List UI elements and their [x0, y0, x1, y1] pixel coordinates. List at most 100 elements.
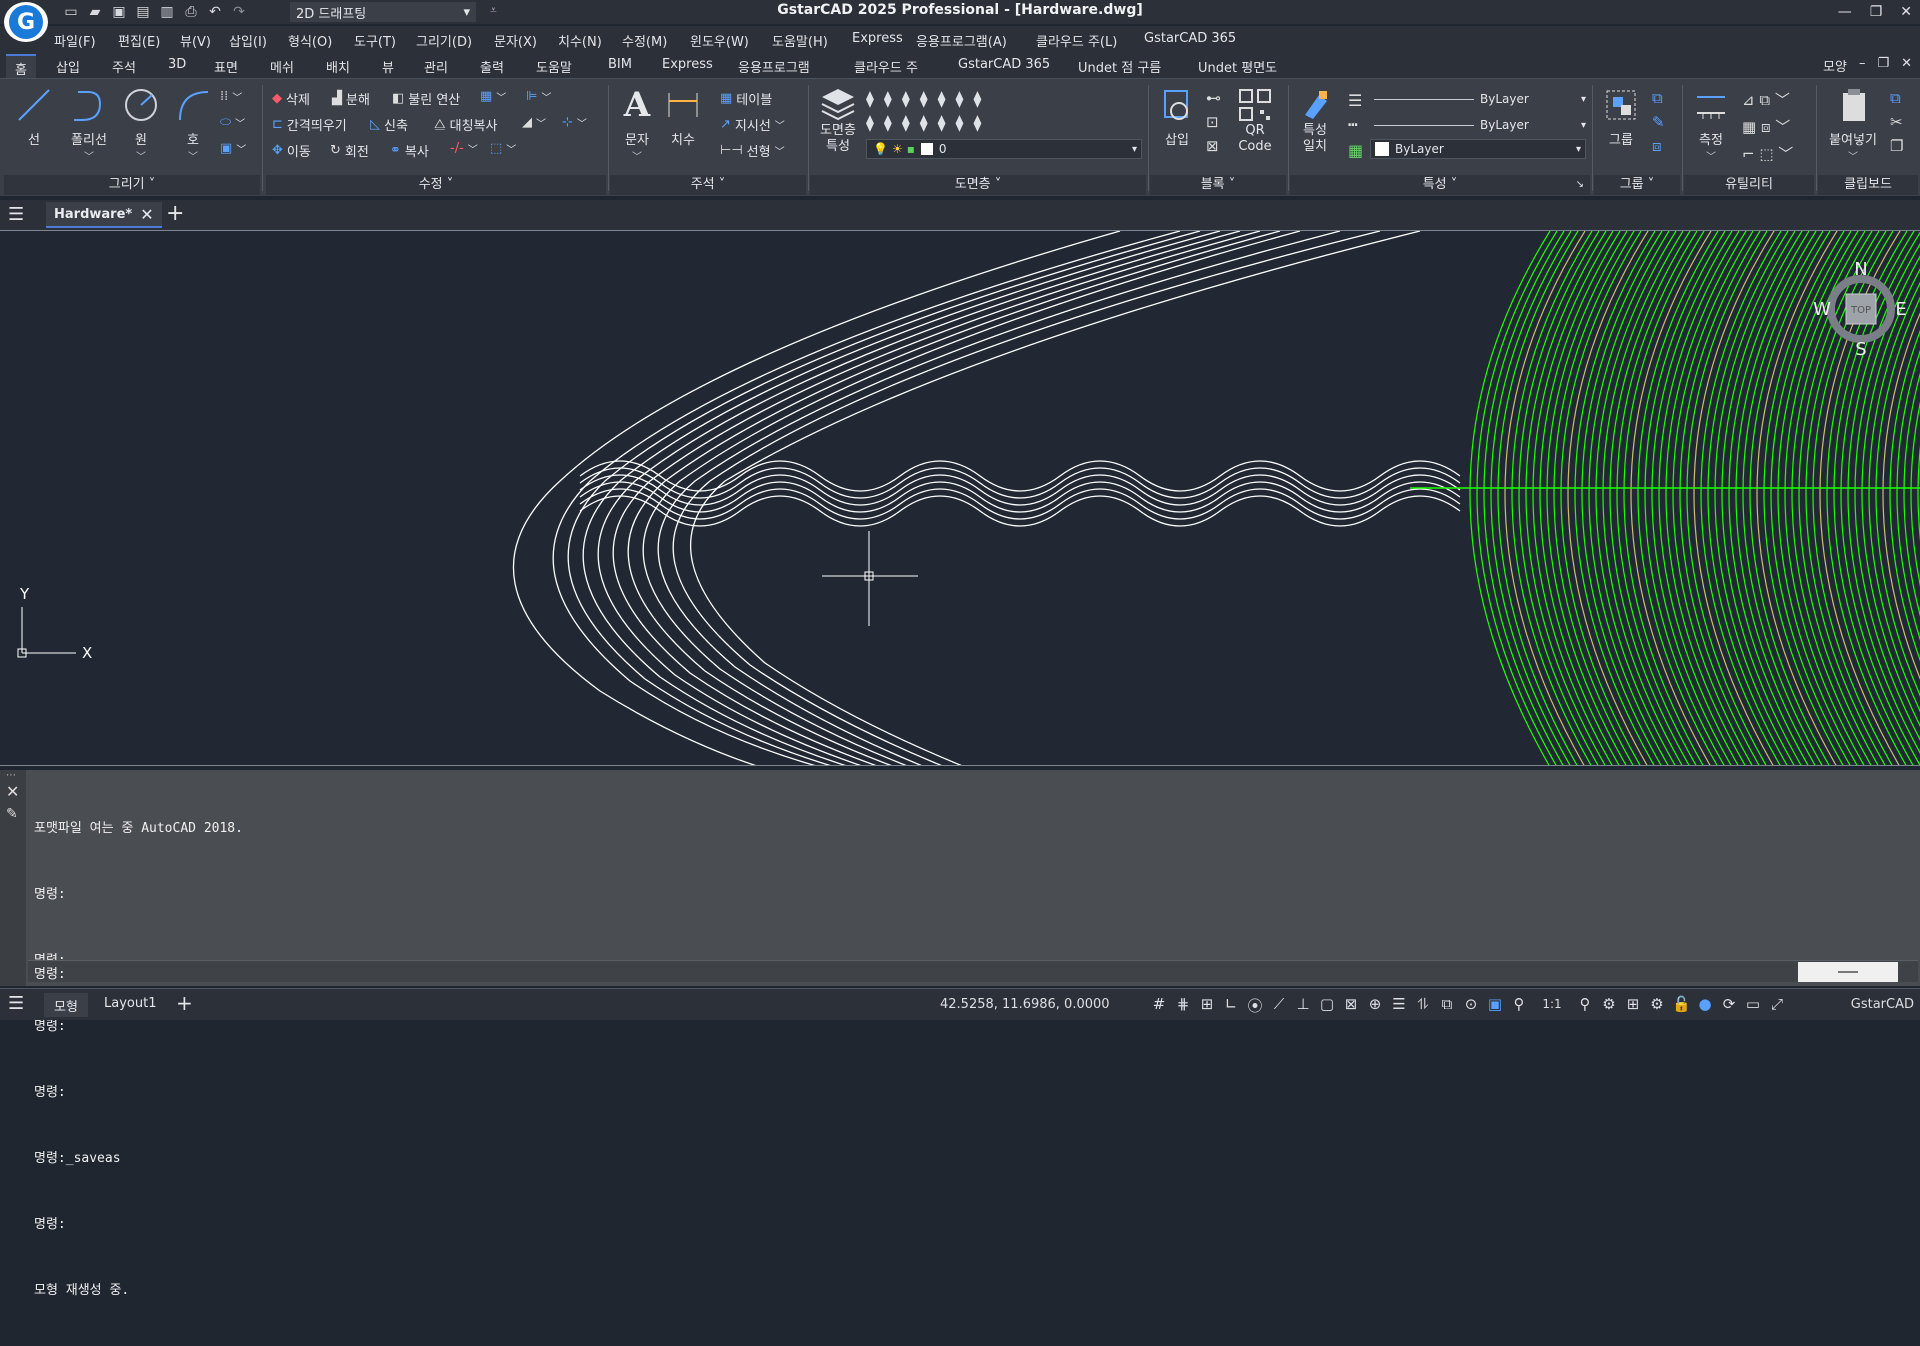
select-all-icon[interactable]: ⌐ ⬚ ﹀	[1742, 143, 1793, 164]
menu-draw[interactable]: 그리기(D)	[416, 31, 472, 50]
fullscreen-icon[interactable]: ⤢	[1768, 995, 1786, 1016]
grid-icon[interactable]: #	[1150, 995, 1168, 1016]
array-button[interactable]: ▦ ﹀	[480, 89, 506, 104]
menu-cloud[interactable]: 클라우드 주(L)	[1036, 31, 1117, 50]
ribbon-minimize-icon[interactable]: –	[1859, 56, 1866, 75]
group-edit-icon[interactable]: ✎	[1652, 113, 1665, 131]
menu-gstarcad365[interactable]: GstarCAD 365	[1144, 31, 1236, 46]
app-logo[interactable]: G	[4, 2, 48, 42]
line-button[interactable]: 선	[10, 87, 58, 148]
paste-chevron-icon[interactable]: ﹀	[1820, 148, 1886, 163]
new-tab-icon[interactable]: +	[166, 201, 184, 226]
dynamic-ucs-icon[interactable]: ⊠	[1342, 995, 1360, 1016]
drawing-canvas[interactable]: Y X TOP N S E W	[0, 231, 1920, 766]
osnap-icon[interactable]: ▢	[1318, 995, 1336, 1016]
panel-modify-title[interactable]: 수정 ˅	[266, 175, 606, 195]
layer-walk-icon[interactable]: ⧫	[973, 89, 981, 108]
viewcube-face[interactable]: TOP	[1850, 305, 1871, 316]
lock-ui-icon[interactable]: 🔓	[1672, 995, 1691, 1016]
layer-merge-icon[interactable]: ⧫	[956, 113, 964, 132]
close-tab-icon[interactable]: ✕	[140, 205, 153, 224]
qr-code-button[interactable]: QR Code	[1230, 87, 1280, 155]
workspace-select[interactable]: 2D 드래프팅 ▾	[290, 2, 476, 22]
model-space-icon[interactable]: ▣	[1486, 995, 1504, 1016]
panel-properties-title[interactable]: 특성 ˅ ↘	[1290, 175, 1590, 195]
mirror-button[interactable]: ⧋ 대칭복사	[434, 115, 497, 134]
layer-off-icon[interactable]: ⧫	[866, 89, 874, 108]
align-button[interactable]: ⊫ ﹀	[526, 89, 551, 104]
snap-icon[interactable]: ⋕	[1174, 995, 1192, 1016]
osnap-tracking-icon[interactable]: ⊥	[1294, 995, 1312, 1016]
ribbon-close-icon[interactable]: ✕	[1901, 56, 1912, 75]
minimize-icon[interactable]: —	[1838, 4, 1852, 20]
tab-undet-plan[interactable]: Undet 평면도	[1198, 57, 1277, 76]
layer-isolate-icon[interactable]: ⧫	[884, 89, 892, 108]
command-input[interactable]: 명령:	[28, 960, 1918, 982]
ribbon-restore-icon[interactable]: ❐	[1877, 56, 1889, 75]
grip-icon[interactable]: ⋯	[6, 770, 16, 781]
redo-icon[interactable]: ↷	[230, 3, 248, 21]
tab-help[interactable]: 도움말	[536, 57, 572, 76]
dynamic-input-icon[interactable]: ⊕	[1366, 995, 1384, 1016]
tab-applications[interactable]: 응용프로그램	[738, 57, 810, 76]
color-dropdown[interactable]: ByLayer ▾	[1370, 139, 1586, 159]
erase-button[interactable]: ◆ 삭제	[272, 89, 310, 108]
measure-button[interactable]: 측정 ﹀	[1688, 87, 1734, 163]
layer-previous-icon[interactable]: ⧫	[956, 89, 964, 108]
menu-text[interactable]: 문자(X)	[494, 31, 537, 50]
layer-lock-icon[interactable]: ⧫	[920, 89, 928, 108]
ortho-icon[interactable]: ∟	[1222, 995, 1240, 1016]
layer-dropdown[interactable]: 💡 ☀ ▪ 0 ▾	[866, 139, 1142, 159]
cut-icon[interactable]: ✂	[1890, 113, 1903, 131]
copy-clip-icon[interactable]: ⧉	[1890, 89, 1903, 107]
model-tab[interactable]: 모형	[44, 993, 88, 1017]
close-icon[interactable]: ✕	[1900, 4, 1912, 20]
tab-undet-pointcloud[interactable]: Undet 점 구름	[1078, 57, 1161, 76]
block-edit-icon[interactable]: ⊷	[1206, 89, 1221, 107]
layer-properties-button[interactable]: 도면층 특성	[814, 85, 862, 155]
quick-calc-icon[interactable]: ▦ ⧈ ﹀	[1742, 116, 1793, 137]
group-button[interactable]: 그룹	[1596, 87, 1646, 148]
menu-express[interactable]: Express	[852, 31, 903, 46]
command-scrollbar[interactable]	[1798, 962, 1898, 982]
clean-screen-icon[interactable]: ▭	[1744, 995, 1762, 1016]
insert-block-button[interactable]: 삽입	[1154, 87, 1200, 148]
dimension-button[interactable]: 치수	[662, 87, 704, 148]
lineweight-toggle-icon[interactable]: ☰	[1390, 995, 1408, 1016]
viewcube-north[interactable]: N	[1854, 259, 1867, 280]
infer-icon[interactable]: ⊞	[1198, 995, 1216, 1016]
layer-on-icon[interactable]: ⧫	[866, 113, 874, 132]
appearance-menu[interactable]: 모양	[1823, 56, 1847, 75]
layer-change-icon[interactable]: ⧫	[938, 113, 946, 132]
menu-help[interactable]: 도움말(H)	[772, 31, 828, 50]
tab-express[interactable]: Express	[662, 57, 713, 72]
leader-button[interactable]: ↗ 지시선 ﹀	[720, 115, 785, 134]
move-button[interactable]: ✥ 이동	[272, 141, 311, 160]
tab-mesh[interactable]: 메쉬	[270, 57, 294, 76]
lineweight-dropdown[interactable]: ByLayer ▾	[1370, 115, 1586, 135]
paste-button[interactable]: 붙여넣기 ﹀	[1820, 87, 1886, 163]
viewcube-south[interactable]: S	[1855, 339, 1866, 360]
measure-chevron-icon[interactable]: ﹀	[1688, 148, 1734, 163]
annotation-scale[interactable]: 1:1	[1534, 995, 1570, 1016]
break-button[interactable]: -/- ﹀	[450, 141, 478, 156]
viewcube-west[interactable]: W	[1813, 299, 1831, 320]
arc-chevron-icon[interactable]: ﹀	[168, 148, 218, 163]
drawing-viewport[interactable]: Y X TOP N S E W	[0, 230, 1920, 766]
isolate-objects-icon[interactable]: ●	[1696, 995, 1714, 1016]
tab-annotate[interactable]: 주석	[112, 57, 136, 76]
explode-button[interactable]: ▟ 분해	[332, 89, 370, 108]
panel-draw-title[interactable]: 그리기 ˅	[4, 175, 260, 195]
menu-tools[interactable]: 도구(T)	[354, 31, 396, 50]
viewcube-east[interactable]: E	[1895, 299, 1906, 320]
settings-gear-icon[interactable]: ⚙	[1648, 995, 1666, 1016]
selection-cycling-icon[interactable]: ⧉	[1438, 995, 1456, 1016]
transparency-icon[interactable]: ⥮	[1414, 995, 1432, 1016]
add-layout-icon[interactable]: +	[176, 991, 193, 1015]
layer-unlock-icon[interactable]: ⧫	[920, 113, 928, 132]
block-attribute-icon[interactable]: ⊠	[1206, 137, 1221, 155]
tab-layout[interactable]: 배치	[326, 57, 350, 76]
table-button[interactable]: ▦ 테이블	[720, 89, 772, 108]
block-create-icon[interactable]: ⊡	[1206, 113, 1221, 131]
fillet-button[interactable]: ◢ ﹀	[522, 115, 546, 130]
